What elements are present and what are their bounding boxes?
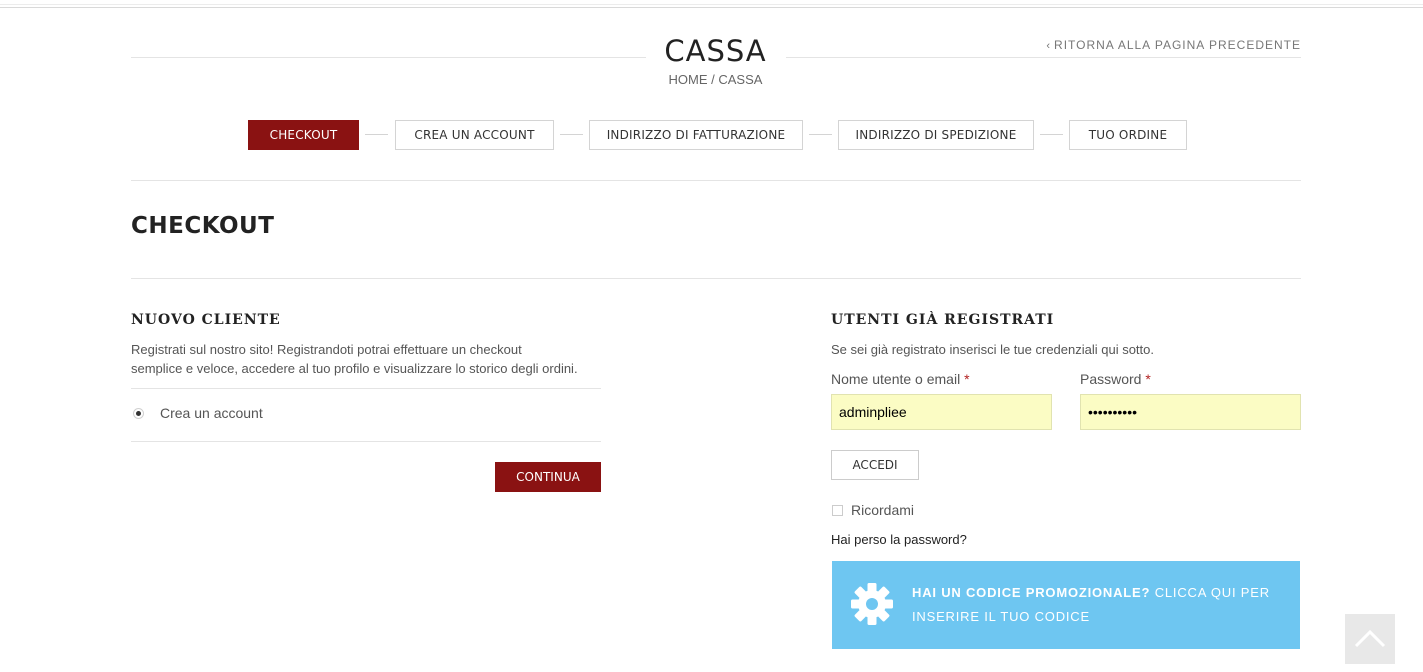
registered-users-title: UTENTI GIÀ REGISTRATI: [831, 312, 1055, 328]
step-your-order[interactable]: TUO ORDINE: [1069, 120, 1187, 150]
steps-divider: [131, 180, 1301, 181]
step-connector: [560, 134, 583, 135]
promo-bold-text: HAI UN CODICE PROMOZIONALE?: [912, 585, 1151, 600]
login-button[interactable]: ACCEDI: [831, 450, 919, 480]
back-link[interactable]: ‹ RITORNA ALLA PAGINA PRECEDENTE: [1046, 38, 1301, 52]
registered-users-description: Se sei già registrato inserisci le tue c…: [831, 342, 1154, 357]
lost-password-link[interactable]: Hai perso la password?: [831, 532, 967, 547]
chevron-left-icon: ‹: [1046, 40, 1052, 52]
section-divider: [131, 278, 1301, 279]
username-label-text: Nome utente o email: [831, 371, 961, 387]
description-line: Registrati sul nostro sito! Registrandot…: [131, 342, 522, 357]
required-mark: *: [1145, 371, 1151, 387]
continue-button[interactable]: CONTINUA: [495, 462, 601, 492]
step-billing-address[interactable]: INDIRIZZO DI FATTURAZIONE: [589, 120, 803, 150]
username-label: Nome utente o email *: [831, 371, 970, 387]
step-checkout[interactable]: CHECKOUT: [248, 120, 359, 150]
create-account-radio[interactable]: [133, 408, 144, 419]
back-link-label: RITORNA ALLA PAGINA PRECEDENTE: [1054, 38, 1301, 52]
chevron-up-icon: [1354, 629, 1386, 648]
step-connector: [1040, 134, 1063, 135]
new-customer-description: Registrati sul nostro sito! Registrandot…: [131, 340, 611, 378]
scroll-to-top-button[interactable]: [1345, 614, 1395, 664]
step-create-account[interactable]: CREA UN ACCOUNT: [395, 120, 554, 150]
description-line: semplice e veloce, accedere al tuo profi…: [131, 361, 578, 376]
breadcrumb[interactable]: HOME / CASSA: [0, 72, 1423, 87]
section-title: CHECKOUT: [131, 213, 275, 239]
create-account-label[interactable]: Crea un account: [160, 405, 263, 421]
new-customer-divider-bottom: [131, 441, 601, 442]
password-input[interactable]: [1080, 394, 1301, 430]
remember-me-label[interactable]: Ricordami: [851, 502, 914, 518]
gear-icon: [851, 583, 893, 625]
promo-text: HAI UN CODICE PROMOZIONALE? CLICCA QUI P…: [912, 581, 1282, 629]
step-shipping-address[interactable]: INDIRIZZO DI SPEDIZIONE: [838, 120, 1034, 150]
top-border: [0, 0, 1423, 8]
radio-selected-dot: [136, 411, 141, 416]
promo-code-banner[interactable]: HAI UN CODICE PROMOZIONALE? CLICCA QUI P…: [832, 561, 1300, 649]
new-customer-title: NUOVO CLIENTE: [131, 312, 281, 328]
username-input[interactable]: [831, 394, 1052, 430]
remember-me-checkbox[interactable]: [832, 505, 843, 516]
required-mark: *: [964, 371, 970, 387]
new-customer-divider-top: [131, 388, 601, 389]
step-connector: [809, 134, 832, 135]
password-label-text: Password: [1080, 371, 1142, 387]
step-connector: [365, 134, 388, 135]
password-label: Password *: [1080, 371, 1151, 387]
